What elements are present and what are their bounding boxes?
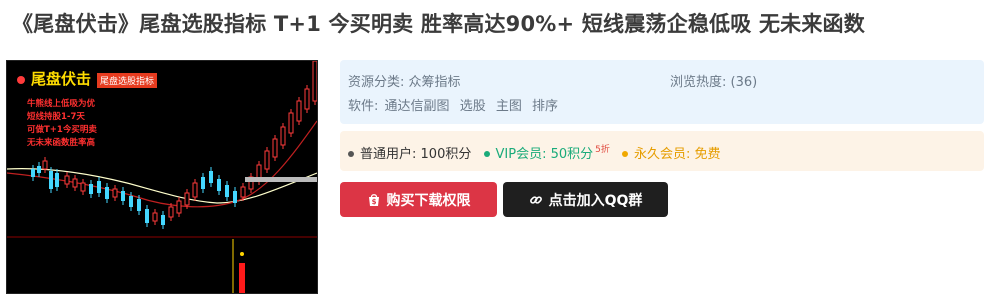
pricing-box: 普通用户: 100积分 VIP会员: 50积分 5折 永久会员: 免费 [340,131,984,171]
price-normal: 普通用户: 100积分 [348,147,476,162]
page-title: 《尾盘伏击》尾盘选股指标 T+1 今买明卖 胜率高达90%+ 短线震荡企稳低吸 … [12,12,865,36]
shopping-bag-icon: $ [368,193,379,206]
link-icon [529,195,542,204]
category-value[interactable]: 众筹指标 [409,75,461,90]
software-tag[interactable]: 选股 [460,99,486,114]
price-forever: 永久会员: 免费 [622,147,721,162]
bullet-icon [348,150,354,157]
indicator-thumbnail[interactable]: 尾盘伏击 尾盘选股指标 牛熊线上低吸为优 短线持股1-7天 可做T+1今买明卖 … [6,60,318,294]
bullet-icon [483,150,490,157]
bullet-icon [622,150,629,157]
software-tag[interactable]: 主图 [496,99,522,114]
price-vip: VIP会员: 50积分 5折 [483,145,615,162]
resource-info-box: 资源分类: 众筹指标 浏览热度: (36) 软件: 通达信副图 选股 主图 排序 [340,60,984,124]
software-tags: 软件: 通达信副图 选股 主图 排序 [348,95,564,114]
buy-download-button[interactable]: $ 购买下载权限 [340,182,497,217]
views-value: (36) [730,75,758,90]
category-label: 资源分类: [348,75,405,90]
software-tag[interactable]: 排序 [532,99,558,114]
software-label: 软件: [348,99,379,114]
vip-discount-badge: 5折 [595,145,610,155]
views-label: 浏览热度: [670,75,727,90]
software-tag[interactable]: 通达信副图 [385,99,450,114]
join-qq-group-button[interactable]: 点击加入QQ群 [503,182,668,217]
chart-illustration [7,61,317,293]
svg-text:$: $ [371,198,376,206]
